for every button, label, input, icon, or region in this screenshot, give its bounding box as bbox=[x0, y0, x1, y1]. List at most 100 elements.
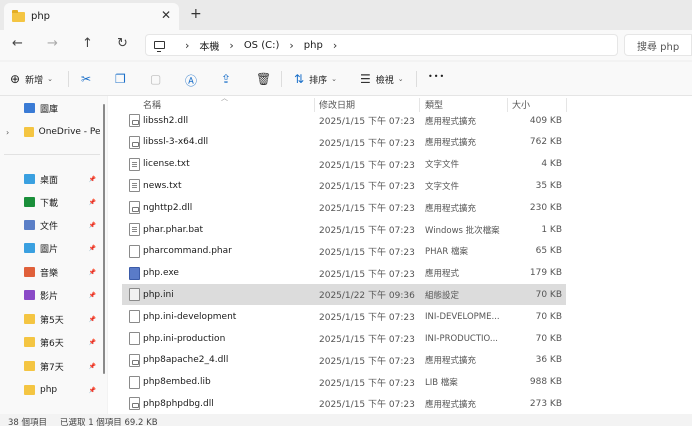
file-date: 2025/1/15 下午 07:23 bbox=[319, 138, 415, 149]
new-label: 新增 bbox=[25, 75, 44, 86]
music-icon bbox=[24, 267, 35, 277]
chevron-right-icon[interactable]: › bbox=[229, 39, 233, 52]
file-date: 2025/1/15 下午 07:23 bbox=[319, 226, 415, 236]
divider bbox=[68, 71, 69, 87]
file-file-icon bbox=[129, 332, 140, 345]
sort-button[interactable]: ⇅ 排序 ⌄ bbox=[294, 72, 337, 86]
sidebar-item-label: 第6天 bbox=[40, 338, 64, 349]
rename-button[interactable]: Ⓐ bbox=[185, 72, 202, 89]
view-button[interactable]: ☰ 檢視 ⌄ bbox=[360, 72, 404, 86]
file-size: 179 KB bbox=[529, 268, 562, 279]
folder-icon bbox=[24, 385, 35, 395]
sidebar-item[interactable]: 圖片 📌 bbox=[0, 238, 100, 258]
pin-icon: 📌 bbox=[88, 362, 96, 370]
sidebar-item[interactable]: 圖庫 bbox=[0, 98, 100, 118]
address-bar[interactable]: › 本機 › OS (C:) › php › bbox=[145, 34, 618, 56]
refresh-button[interactable]: ↻ bbox=[117, 36, 128, 51]
file-type: Windows 批次檔案 bbox=[425, 225, 500, 236]
sidebar-item-label: 音樂 bbox=[40, 268, 59, 279]
sidebar-item[interactable]: 第5天 📌 bbox=[0, 309, 100, 329]
close-icon[interactable]: ✕ bbox=[161, 8, 171, 22]
sidebar-item[interactable]: php 📌 bbox=[0, 380, 100, 400]
navigation-pane: 圖庫 › OneDrive - Pers 桌面 📌 下載 📌 文件 📌 圖片 📌 音樂 📌 影片 📌 第5天 📌… bbox=[0, 96, 107, 414]
sidebar-item[interactable]: › OneDrive - Pers bbox=[0, 122, 100, 142]
share-icon: ⇪ bbox=[221, 72, 232, 86]
sort-caret-icon: ︿ bbox=[221, 94, 228, 102]
file-date: 2025/1/15 下午 07:23 bbox=[319, 182, 415, 193]
file-row[interactable]: nghttp2.dll 2025/1/15 下午 07:23 應用程式擴充 230 K… bbox=[122, 197, 566, 218]
file-row[interactable]: php.ini 2025/1/22 下午 09:36 組態設定 70 KB bbox=[122, 284, 566, 306]
new-button[interactable]: ⊕ 新增 ⌄ bbox=[10, 72, 53, 86]
file-row[interactable]: php.ini-development 2025/1/15 下午 07:23 INI… bbox=[122, 306, 566, 327]
file-row[interactable]: php8apache2_4.dll 2025/1/15 下午 07:23 應用程式擴… bbox=[122, 350, 566, 371]
file-type: 文字文件 bbox=[425, 160, 460, 171]
file-type: 應用程式擴充 bbox=[425, 356, 477, 367]
file-dll-icon bbox=[129, 201, 140, 215]
pin-icon: 📌 bbox=[88, 268, 96, 276]
file-date: 2025/1/15 下午 07:23 bbox=[319, 378, 415, 389]
sidebar-item[interactable]: 第6天 📌 bbox=[0, 332, 100, 352]
chevron-right-icon[interactable]: › bbox=[185, 39, 189, 52]
breadcrumb-drive-c[interactable]: OS (C:) bbox=[244, 40, 280, 51]
chevron-right-icon[interactable]: › bbox=[333, 39, 337, 52]
item-count: 38 個項目 bbox=[8, 418, 48, 426]
sort-icon: ⇅ bbox=[294, 72, 305, 86]
file-row[interactable]: libssh2.dll 2025/1/15 下午 07:23 應用程式擴充 409 K… bbox=[122, 110, 566, 131]
sidebar-item[interactable]: 桌面 📌 bbox=[0, 169, 100, 189]
sidebar-item[interactable]: 下載 📌 bbox=[0, 192, 100, 212]
sidebar-scrollbar[interactable] bbox=[103, 104, 105, 374]
file-name: phar.phar.bat bbox=[143, 224, 204, 235]
file-row[interactable]: php8phpdbg.dll 2025/1/15 下午 07:23 應用程式擴充 27… bbox=[122, 393, 566, 414]
pin-icon: 📌 bbox=[88, 244, 96, 252]
file-type: INI-DEVELOPME... bbox=[425, 311, 500, 322]
breadcrumb-this-pc[interactable]: 本機 bbox=[199, 38, 219, 53]
file-row[interactable]: news.txt 2025/1/15 下午 07:23 文字文件 35 KB bbox=[122, 175, 566, 196]
sidebar-item[interactable]: 音樂 📌 bbox=[0, 262, 100, 282]
delete-button[interactable]: 🗑 bbox=[256, 72, 276, 86]
sidebar-item[interactable]: 影片 📌 bbox=[0, 285, 100, 305]
file-ini-icon bbox=[129, 288, 140, 302]
paste-button[interactable]: ▢ bbox=[150, 72, 166, 86]
file-row[interactable]: license.txt 2025/1/15 下午 07:23 文字文件 4 KB bbox=[122, 154, 566, 175]
pin-icon: 📌 bbox=[88, 198, 96, 206]
more-options-button[interactable]: ••• bbox=[428, 72, 445, 81]
navigation-bar: ← → ↑ ↻ › 本機 › OS (C:) › php › 搜尋 php bbox=[0, 30, 692, 60]
file-row[interactable]: php.ini-production 2025/1/15 下午 07:23 INI-… bbox=[122, 328, 566, 349]
back-button[interactable]: ← bbox=[12, 36, 23, 51]
file-date: 2025/1/15 下午 07:23 bbox=[319, 204, 415, 215]
view-label: 檢視 bbox=[375, 75, 394, 86]
file-name: libssh2.dll bbox=[143, 115, 189, 126]
share-button[interactable]: ⇪ bbox=[221, 72, 236, 86]
folder-icon bbox=[24, 337, 35, 347]
new-tab-button[interactable]: + bbox=[190, 6, 202, 22]
chevron-right-icon[interactable]: › bbox=[6, 128, 9, 137]
file-exe-icon bbox=[129, 266, 140, 280]
file-type: INI-PRODUCTIO... bbox=[425, 333, 499, 344]
command-bar: ⊕ 新增 ⌄ ✂ ❐ ▢ Ⓐ ⇪ 🗑 ⇅ 排序 ⌄ ☰ 檢視 ⌄ ••• bbox=[0, 62, 692, 96]
forward-button[interactable]: → bbox=[47, 36, 58, 51]
file-type: 應用程式擴充 bbox=[425, 138, 477, 149]
file-type: 應用程式擴充 bbox=[425, 116, 477, 127]
column-divider[interactable] bbox=[566, 98, 567, 112]
up-button[interactable]: ↑ bbox=[82, 36, 93, 51]
tab-php[interactable]: php ✕ bbox=[4, 3, 179, 30]
chevron-right-icon[interactable]: › bbox=[289, 39, 293, 52]
sidebar-item-label: 影片 bbox=[40, 291, 59, 302]
file-size: 230 KB bbox=[529, 202, 562, 213]
file-txt-icon bbox=[129, 223, 140, 236]
file-row[interactable]: php8embed.lib 2025/1/15 下午 07:23 LIB 檔案 988… bbox=[122, 372, 566, 393]
sidebar-item[interactable]: 文件 📌 bbox=[0, 215, 100, 235]
breadcrumb-php[interactable]: php bbox=[304, 40, 323, 51]
file-row[interactable]: pharcommand.phar 2025/1/15 下午 07:23 PHAR 檔… bbox=[122, 241, 566, 262]
search-input[interactable]: 搜尋 php bbox=[624, 34, 692, 56]
file-row[interactable]: php.exe 2025/1/15 下午 07:23 應用程式 179 KB bbox=[122, 263, 566, 284]
file-name: license.txt bbox=[143, 159, 190, 170]
cut-button[interactable]: ✂ bbox=[81, 72, 96, 86]
file-row[interactable]: libssl-3-x64.dll 2025/1/15 下午 07:23 應用程式擴充… bbox=[122, 132, 566, 153]
documents-icon bbox=[24, 220, 35, 230]
sidebar-item[interactable]: 第7天 📌 bbox=[0, 356, 100, 376]
copy-button[interactable]: ❐ bbox=[115, 72, 131, 86]
file-name: php8apache2_4.dll bbox=[143, 355, 229, 366]
tab-title: php bbox=[31, 11, 51, 22]
file-row[interactable]: phar.phar.bat 2025/1/15 下午 07:23 Windows 批… bbox=[122, 219, 566, 240]
